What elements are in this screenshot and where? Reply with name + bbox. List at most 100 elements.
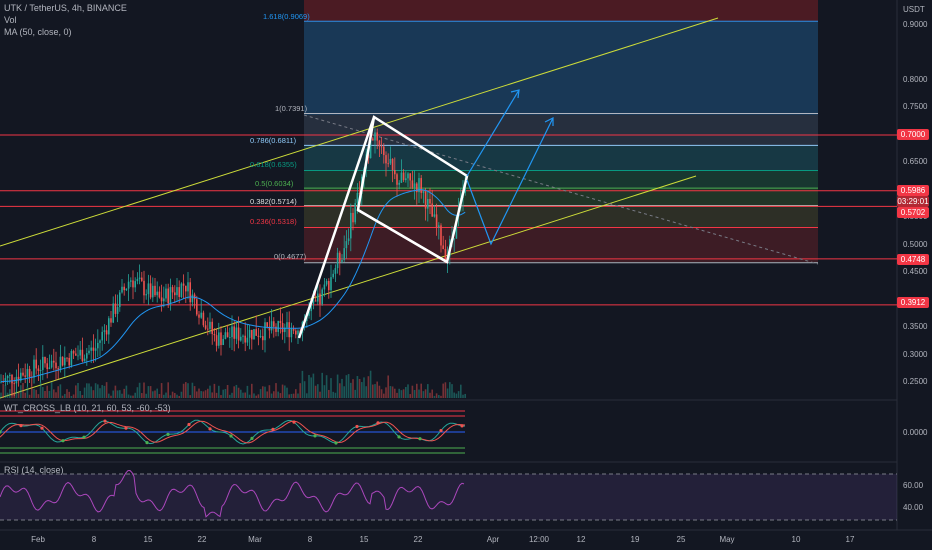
candle-body xyxy=(64,357,66,366)
fib-label: 0.786(0.6811) xyxy=(250,136,297,145)
volume-bar xyxy=(411,385,414,398)
candle-body xyxy=(398,182,400,185)
volume-bar xyxy=(50,382,53,398)
volume-bar xyxy=(405,386,407,398)
volume-bar xyxy=(198,388,200,398)
volume-bar xyxy=(277,391,279,398)
candle-body xyxy=(385,155,387,164)
volume-bar xyxy=(53,389,55,398)
volume-legend[interactable]: Vol xyxy=(4,15,17,25)
volume-bar xyxy=(416,383,418,398)
candle-body xyxy=(295,330,297,335)
volume-bar xyxy=(229,394,231,398)
candle-body xyxy=(413,183,416,188)
candle-body xyxy=(438,225,440,227)
candle-body xyxy=(347,238,350,242)
volume-bar xyxy=(77,382,79,398)
volume-bar xyxy=(226,384,229,398)
volume-bar xyxy=(317,384,319,398)
volume-bar xyxy=(66,389,68,398)
candle-body xyxy=(402,172,405,181)
candle-body xyxy=(372,138,374,141)
volume-bar xyxy=(292,393,295,398)
price-label: 0.5000 xyxy=(903,240,928,249)
candle-body xyxy=(244,335,246,343)
candle-body xyxy=(167,288,169,304)
wt-cross-dot xyxy=(229,434,233,438)
volume-bar xyxy=(361,382,363,398)
candle-body xyxy=(138,277,141,279)
volume-bar xyxy=(116,390,119,398)
ma-legend[interactable]: MA (50, close, 0) xyxy=(4,27,72,37)
candle-body xyxy=(407,173,409,179)
volume-bar xyxy=(220,395,222,398)
candle-body xyxy=(383,146,385,156)
time-label: 15 xyxy=(359,535,369,544)
volume-bar xyxy=(297,393,299,398)
time-label: May xyxy=(719,535,735,544)
time-label: 15 xyxy=(143,535,153,544)
volume-bar xyxy=(15,392,18,398)
candle-body xyxy=(222,338,224,346)
fib-zone-teal xyxy=(304,146,818,171)
volume-bar xyxy=(2,383,4,398)
volume-bar xyxy=(376,381,378,398)
candle-body xyxy=(22,372,24,376)
volume-bar xyxy=(330,378,332,398)
volume-bar xyxy=(321,372,323,398)
wt-cross-dot xyxy=(397,435,401,439)
volume-bar xyxy=(222,389,224,398)
volume-bar xyxy=(9,389,11,398)
volume-bar xyxy=(136,387,139,398)
wt-cross-dot xyxy=(166,432,170,436)
currency-label: USDT xyxy=(903,5,925,14)
price-tag-0570: 0.5702 xyxy=(897,207,929,218)
wt-cross-dot xyxy=(208,427,212,431)
candle-body xyxy=(218,332,220,346)
candle-body xyxy=(279,320,282,323)
volume-bar xyxy=(435,393,438,398)
volume-bar xyxy=(398,388,400,398)
wt-cross-dot xyxy=(292,420,296,424)
candle-body xyxy=(387,163,389,165)
candle-body xyxy=(53,360,55,363)
volume-bar xyxy=(189,395,191,398)
fib-zone-red xyxy=(304,227,818,262)
volume-bar xyxy=(257,394,260,398)
candle-body xyxy=(400,172,403,183)
volume-bar xyxy=(44,390,46,398)
time-label: 8 xyxy=(91,535,97,544)
rsi-legend[interactable]: RSI (14, close) xyxy=(4,465,64,475)
time-label: 22 xyxy=(413,535,423,544)
price-tag-0700: 0.7000 xyxy=(897,129,929,140)
wt-legend[interactable]: WT_CROSS_LB (10, 21, 60, 53, -60, -53) xyxy=(4,403,171,413)
price-label: 0.9000 xyxy=(903,20,928,29)
volume-bar xyxy=(246,385,249,398)
volume-bar xyxy=(418,389,420,398)
volume-bar xyxy=(64,393,66,398)
volume-bar xyxy=(407,384,409,398)
volume-bar xyxy=(218,385,220,398)
volume-bar xyxy=(237,387,240,398)
candle-body xyxy=(145,294,147,296)
volume-bar xyxy=(345,375,348,398)
symbol-legend[interactable]: UTK / TetherUS, 4h, BINANCE xyxy=(4,3,127,13)
candle-body xyxy=(352,212,354,223)
price-chart[interactable] xyxy=(0,0,932,550)
volume-bar xyxy=(37,394,40,398)
volume-bar xyxy=(451,384,453,398)
price-label: 0.7500 xyxy=(903,102,928,111)
candle-body xyxy=(136,278,139,282)
volume-bar xyxy=(39,382,42,398)
volume-bar xyxy=(176,394,178,398)
candle-body xyxy=(233,326,235,339)
wt-cross-dot xyxy=(187,422,191,427)
volume-bar xyxy=(334,392,337,398)
volume-bar xyxy=(242,392,244,398)
volume-bar xyxy=(31,386,33,398)
candle-body xyxy=(213,334,216,336)
candle-body xyxy=(253,329,255,340)
candle-body xyxy=(281,322,284,333)
fib-label: 0.236(0.5318) xyxy=(250,217,297,226)
candle-body xyxy=(345,241,348,249)
